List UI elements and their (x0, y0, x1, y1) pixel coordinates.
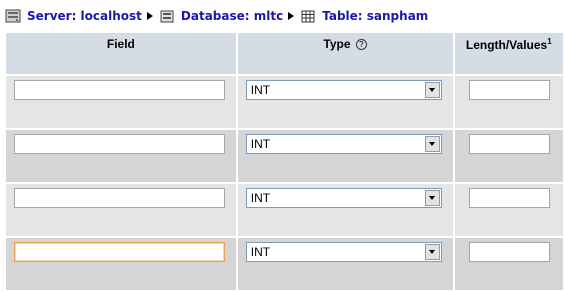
table-row: INT (6, 76, 563, 128)
table-row: INT (6, 130, 563, 182)
server-icon (5, 9, 21, 23)
type-select[interactable]: INT (245, 80, 442, 100)
table-icon (301, 10, 315, 23)
header-length: Length/Values1 (454, 33, 563, 74)
database-icon (160, 10, 174, 23)
chevron-right-icon (146, 12, 153, 20)
type-cell: INT (237, 184, 453, 236)
type-select-value: INT (250, 191, 271, 205)
breadcrumb-table[interactable]: Table: sanpham (300, 8, 428, 24)
field-name-input[interactable] (14, 134, 225, 154)
table-link[interactable]: Table: sanpham (322, 9, 428, 23)
length-cell (454, 76, 563, 128)
type-select-value: INT (250, 245, 271, 259)
length-values-input[interactable] (468, 242, 550, 262)
breadcrumb-server[interactable]: Server: localhost (5, 8, 142, 24)
type-select[interactable]: INT (245, 188, 442, 208)
field-name-input[interactable] (14, 188, 225, 208)
length-values-input[interactable] (468, 188, 550, 208)
type-select[interactable]: INT (245, 242, 442, 262)
field-cell (6, 130, 236, 182)
type-cell: INT (237, 238, 453, 290)
field-cell (6, 184, 236, 236)
header-field: Field (6, 33, 236, 74)
header-row: Field Type ? Length/Values1 (6, 33, 563, 74)
header-type-label: Type (323, 37, 351, 51)
footnote-marker: 1 (547, 37, 552, 46)
type-cell: INT (237, 130, 453, 182)
columns-table: Field Type ? Length/Values1 INT INT INT … (4, 31, 565, 292)
server-link[interactable]: Server: localhost (27, 9, 142, 23)
length-values-input[interactable] (468, 134, 550, 154)
type-select-value: INT (250, 137, 271, 151)
length-cell (454, 130, 563, 182)
header-type: Type ? (237, 33, 453, 74)
field-name-input[interactable] (14, 242, 225, 262)
chevron-down-icon[interactable] (424, 244, 440, 260)
length-cell (454, 184, 563, 236)
field-cell (6, 238, 236, 290)
type-select[interactable]: INT (245, 134, 442, 154)
length-values-input[interactable] (468, 80, 550, 100)
chevron-down-icon[interactable] (424, 82, 440, 98)
header-length-label: Length/Values (465, 38, 548, 52)
type-cell: INT (237, 76, 453, 128)
database-link[interactable]: Database: mltc (181, 9, 283, 23)
type-select-value: INT (250, 83, 271, 97)
breadcrumb: Server: localhost Database: mltc Table: … (5, 7, 428, 25)
header-field-label: Field (106, 37, 135, 51)
field-name-input[interactable] (14, 80, 225, 100)
field-cell (6, 76, 236, 128)
length-cell (454, 238, 563, 290)
table-row: INT (6, 184, 563, 236)
help-icon[interactable]: ? (355, 39, 367, 51)
breadcrumb-database[interactable]: Database: mltc (159, 8, 283, 24)
chevron-down-icon[interactable] (424, 136, 440, 152)
table-row: INT (6, 238, 563, 290)
chevron-right-icon (288, 12, 295, 20)
chevron-down-icon[interactable] (424, 190, 440, 206)
